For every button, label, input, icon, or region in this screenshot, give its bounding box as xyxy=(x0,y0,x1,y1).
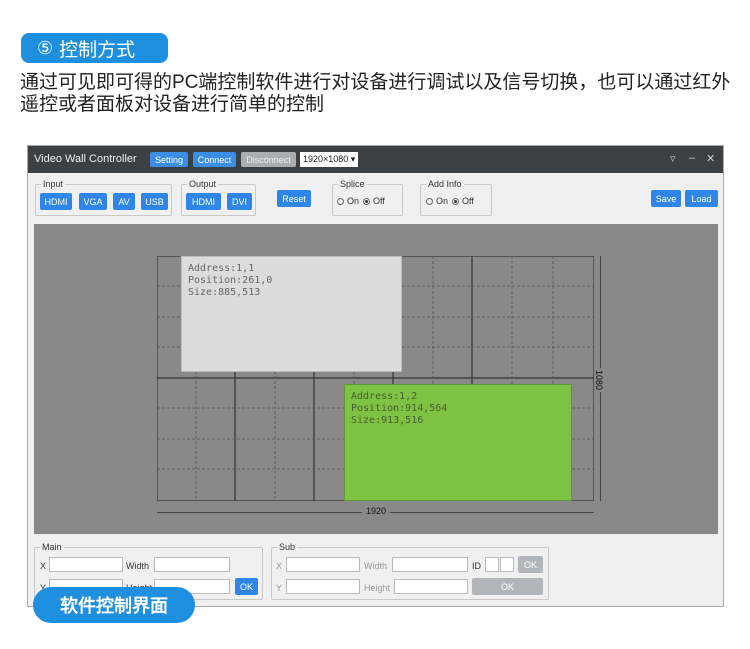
sub-width-label: Width xyxy=(364,561,388,571)
radio-checked-icon xyxy=(452,197,460,205)
sub-x-input[interactable] xyxy=(286,557,360,572)
save-button[interactable]: Save xyxy=(651,190,681,207)
section-heading-pill: ⑤ 控制方式 xyxy=(21,33,168,63)
close-icon[interactable]: ✕ xyxy=(706,152,715,165)
width-dimension: 1920 xyxy=(157,505,594,519)
window-address: Address:1,2 xyxy=(351,391,418,402)
output-legend: Output xyxy=(189,179,217,189)
app-title: Video Wall Controller xyxy=(34,153,137,165)
main-x-input[interactable] xyxy=(49,557,123,572)
sub-id-input-2[interactable] xyxy=(500,557,514,572)
input-hdmi-button[interactable]: HDMI xyxy=(40,193,72,210)
height-label: 1080 xyxy=(594,368,604,393)
splice-radios: On Off xyxy=(337,196,385,206)
height-dimension: 1080 xyxy=(593,256,607,501)
title-bar: Video Wall Controller Setting Connect Di… xyxy=(28,146,723,173)
connect-button[interactable]: Connect xyxy=(193,152,236,167)
main-width-label: Width xyxy=(126,561,150,571)
sub-x-label: X xyxy=(276,561,283,571)
input-av-button[interactable]: AV xyxy=(113,193,135,210)
radio-checked-icon xyxy=(363,197,371,205)
menu-icon[interactable]: ▿ xyxy=(670,152,676,165)
wall-window-2[interactable]: Address:1,2 Position:914,564 Size:913,51… xyxy=(344,384,572,501)
reset-button[interactable]: Reset xyxy=(277,190,311,207)
radio-empty-icon xyxy=(426,197,433,205)
sub-height-input[interactable] xyxy=(394,579,468,594)
window-position: Position:261,0 xyxy=(188,275,273,286)
section-number: ⑤ xyxy=(37,37,54,58)
splice-off-radio[interactable]: Off xyxy=(363,196,385,206)
input-legend: Input xyxy=(43,179,64,189)
main-legend: Main xyxy=(42,542,62,552)
video-wall-grid: Address:1,1 Position:261,0 Size:885,513 … xyxy=(157,256,604,516)
intro-paragraph: 通过可见即可得的PC端控制软件进行对设备进行调试以及信号切换，也可以通过红外遥控… xyxy=(20,72,731,115)
add-info-on-radio[interactable]: On xyxy=(426,196,448,206)
add-info-legend: Add Info xyxy=(428,179,462,189)
section-title: 控制方式 xyxy=(59,39,136,61)
sub-ok-button[interactable]: OK xyxy=(472,578,543,595)
sub-legend: Sub xyxy=(279,542,296,552)
width-label: 1920 xyxy=(362,506,391,516)
sub-id-input-1[interactable] xyxy=(485,557,499,572)
minimize-icon[interactable]: – xyxy=(689,152,695,164)
output-dvi-button[interactable]: DVI xyxy=(227,193,252,210)
sub-y-label: Y xyxy=(276,583,283,593)
main-width-input[interactable] xyxy=(154,557,230,572)
radio-empty-icon xyxy=(337,197,344,205)
disconnect-button[interactable]: Disconnect xyxy=(241,152,296,167)
app-window: Video Wall Controller Setting Connect Di… xyxy=(27,145,724,607)
sub-height-label: Height xyxy=(364,583,391,593)
video-wall-canvas[interactable]: Address:1,1 Position:261,0 Size:885,513 … xyxy=(34,224,718,534)
input-usb-button[interactable]: USB xyxy=(141,193,168,210)
window-position: Position:914,564 xyxy=(351,403,448,414)
splice-legend: Splice xyxy=(340,179,365,189)
sub-y-input[interactable] xyxy=(286,579,360,594)
sub-id-label: ID xyxy=(472,561,481,571)
splice-on-radio[interactable]: On xyxy=(337,196,359,206)
window-size: Size:913,516 xyxy=(351,415,424,426)
output-hdmi-button[interactable]: HDMI xyxy=(186,193,221,210)
window-size: Size:885,513 xyxy=(188,287,261,298)
wall-window-1[interactable]: Address:1,1 Position:261,0 Size:885,513 xyxy=(181,256,402,372)
setting-button[interactable]: Setting xyxy=(150,152,188,167)
main-ok-button[interactable]: OK xyxy=(235,578,258,595)
input-vga-button[interactable]: VGA xyxy=(79,193,107,210)
sub-id-ok-button[interactable]: OK xyxy=(518,556,543,573)
add-info-radios: On Off xyxy=(426,196,474,206)
window-address: Address:1,1 xyxy=(188,263,255,274)
load-button[interactable]: Load xyxy=(685,190,718,207)
add-info-off-radio[interactable]: Off xyxy=(452,196,474,206)
caption-pill: 软件控制界面 xyxy=(33,587,195,623)
sub-width-input[interactable] xyxy=(392,557,468,572)
resolution-select[interactable]: 1920×1080 ▾ xyxy=(300,152,358,167)
main-x-label: X xyxy=(40,561,47,571)
